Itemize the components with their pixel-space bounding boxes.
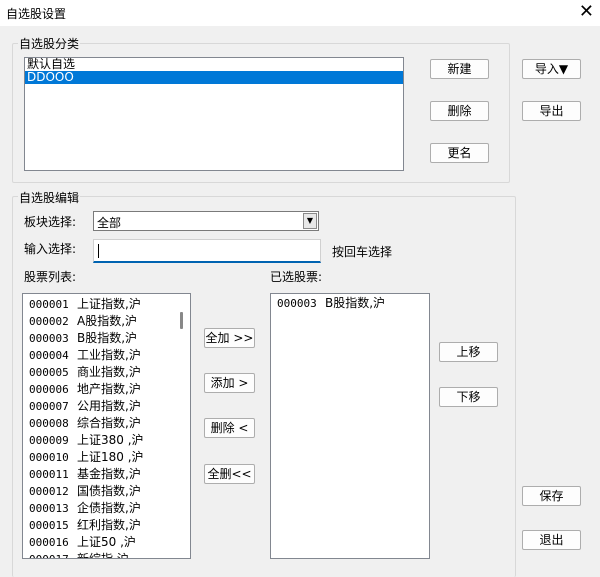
remove-button[interactable]: 删除 <	[204, 418, 255, 438]
stock-code: 000001	[29, 298, 69, 311]
stock-code: 000016	[29, 536, 69, 549]
stock-list-row[interactable]: 000011 基金指数,沪	[23, 466, 173, 483]
save-button[interactable]: 保存	[522, 486, 581, 506]
stock-name: 综合指数,沪	[77, 416, 141, 430]
delete-category-button[interactable]: 删除	[430, 101, 489, 121]
stock-name: A股指数,沪	[77, 314, 138, 328]
category-listbox[interactable]: 默认自选 DDOOO	[24, 57, 404, 171]
scrollbar-thumb[interactable]	[180, 312, 183, 329]
stock-code: 000004	[29, 349, 69, 362]
exit-button[interactable]: 退出	[522, 530, 581, 550]
stock-code: 000006	[29, 383, 69, 396]
stock-list-row[interactable]: 000002 A股指数,沪	[23, 313, 173, 330]
import-button[interactable]: 导入▼	[522, 59, 581, 79]
stock-name: 商业指数,沪	[77, 365, 141, 379]
stock-code: 000003	[277, 297, 317, 310]
stock-name: 红利指数,沪	[77, 518, 141, 532]
stock-name: 上证180 ,沪	[77, 450, 144, 464]
stock-list-row[interactable]: 000006 地产指数,沪	[23, 381, 173, 398]
stock-name: 上证50 ,沪	[77, 535, 136, 549]
stock-code: 000017	[29, 551, 69, 558]
stock-list-row[interactable]: 000004 工业指数,沪	[23, 347, 173, 364]
selected-list-label: 已选股票:	[270, 270, 323, 284]
stock-code: 000008	[29, 417, 69, 430]
stock-name: 国债指数,沪	[77, 484, 141, 498]
close-icon[interactable]: ✕	[579, 1, 594, 22]
sector-label: 板块选择:	[24, 215, 77, 229]
stock-list-row[interactable]: 000015 红利指数,沪	[23, 517, 173, 534]
stock-name: B股指数,沪	[77, 331, 138, 345]
add-all-button[interactable]: 全加 >>	[204, 328, 255, 348]
stock-list-row[interactable]: 000007 公用指数,沪	[23, 398, 173, 415]
chevron-down-icon[interactable]: ▼	[303, 213, 317, 229]
stock-name: 公用指数,沪	[77, 399, 141, 413]
stock-search-input[interactable]	[93, 239, 321, 263]
stock-list-row[interactable]: 000005 商业指数,沪	[23, 364, 173, 381]
stock-code: 000015	[29, 519, 69, 532]
stock-name: 企债指数,沪	[77, 501, 141, 515]
stock-list-scrollbar[interactable]	[173, 294, 190, 558]
enter-hint: 按回车选择	[332, 245, 393, 259]
stock-name: 地产指数,沪	[77, 382, 141, 396]
stock-code: 000009	[29, 434, 69, 447]
selected-stock-listbox[interactable]: 000003 B股指数,沪	[270, 293, 430, 559]
selected-stock-row[interactable]: 000003 B股指数,沪	[271, 295, 429, 312]
stock-code: 000005	[29, 366, 69, 379]
stock-code: 000013	[29, 502, 69, 515]
sector-select[interactable]: 全部 ▼	[93, 211, 319, 231]
stock-name: B股指数,沪	[325, 296, 386, 310]
sector-select-value: 全部	[97, 216, 122, 230]
window-title: 自选股设置	[6, 7, 67, 21]
stock-list-row[interactable]: 000009 上证380 ,沪	[23, 432, 173, 449]
stock-list-row[interactable]: 000012 国债指数,沪	[23, 483, 173, 500]
stock-list-row[interactable]: 000010 上证180 ,沪	[23, 449, 173, 466]
rename-category-button[interactable]: 更名	[430, 143, 489, 163]
input-label: 输入选择:	[24, 242, 77, 256]
category-item[interactable]: DDOOO	[25, 71, 403, 84]
stock-list-row[interactable]: 000003 B股指数,沪	[23, 330, 173, 347]
stock-list-row[interactable]: 000013 企债指数,沪	[23, 500, 173, 517]
export-button[interactable]: 导出	[522, 101, 581, 121]
stock-name: 新综指,沪	[77, 552, 129, 559]
stock-code: 000003	[29, 332, 69, 345]
category-group-label: 自选股分类	[18, 35, 81, 52]
stock-code: 000010	[29, 451, 69, 464]
edit-group-label: 自选股编辑	[18, 189, 81, 206]
stock-code: 000012	[29, 485, 69, 498]
text-caret	[98, 244, 99, 258]
stock-name: 上证指数,沪	[77, 297, 141, 311]
move-up-button[interactable]: 上移	[439, 342, 498, 362]
new-category-button[interactable]: 新建	[430, 59, 489, 79]
title-bar: 自选股设置 ✕	[0, 0, 600, 26]
stock-code: 000007	[29, 400, 69, 413]
stock-list-label: 股票列表:	[24, 270, 77, 284]
remove-all-button[interactable]: 全删<<	[204, 464, 255, 484]
stock-name: 基金指数,沪	[77, 467, 141, 481]
stock-list-row[interactable]: 000016 上证50 ,沪	[23, 534, 173, 551]
stock-list-row[interactable]: 000017 新综指,沪	[23, 551, 173, 559]
stock-listbox[interactable]: 000001 上证指数,沪 000002 A股指数,沪 000003 B股指数,沪 0000…	[22, 293, 191, 559]
stock-name: 工业指数,沪	[77, 348, 141, 362]
stock-list-row[interactable]: 000001 上证指数,沪	[23, 296, 173, 313]
stock-name: 上证380 ,沪	[77, 433, 144, 447]
stock-list-row[interactable]: 000008 综合指数,沪	[23, 415, 173, 432]
stock-code: 000002	[29, 315, 69, 328]
stock-code: 000011	[29, 468, 69, 481]
category-item[interactable]: 默认自选	[25, 58, 403, 71]
add-button[interactable]: 添加 >	[204, 373, 255, 393]
move-down-button[interactable]: 下移	[439, 387, 498, 407]
